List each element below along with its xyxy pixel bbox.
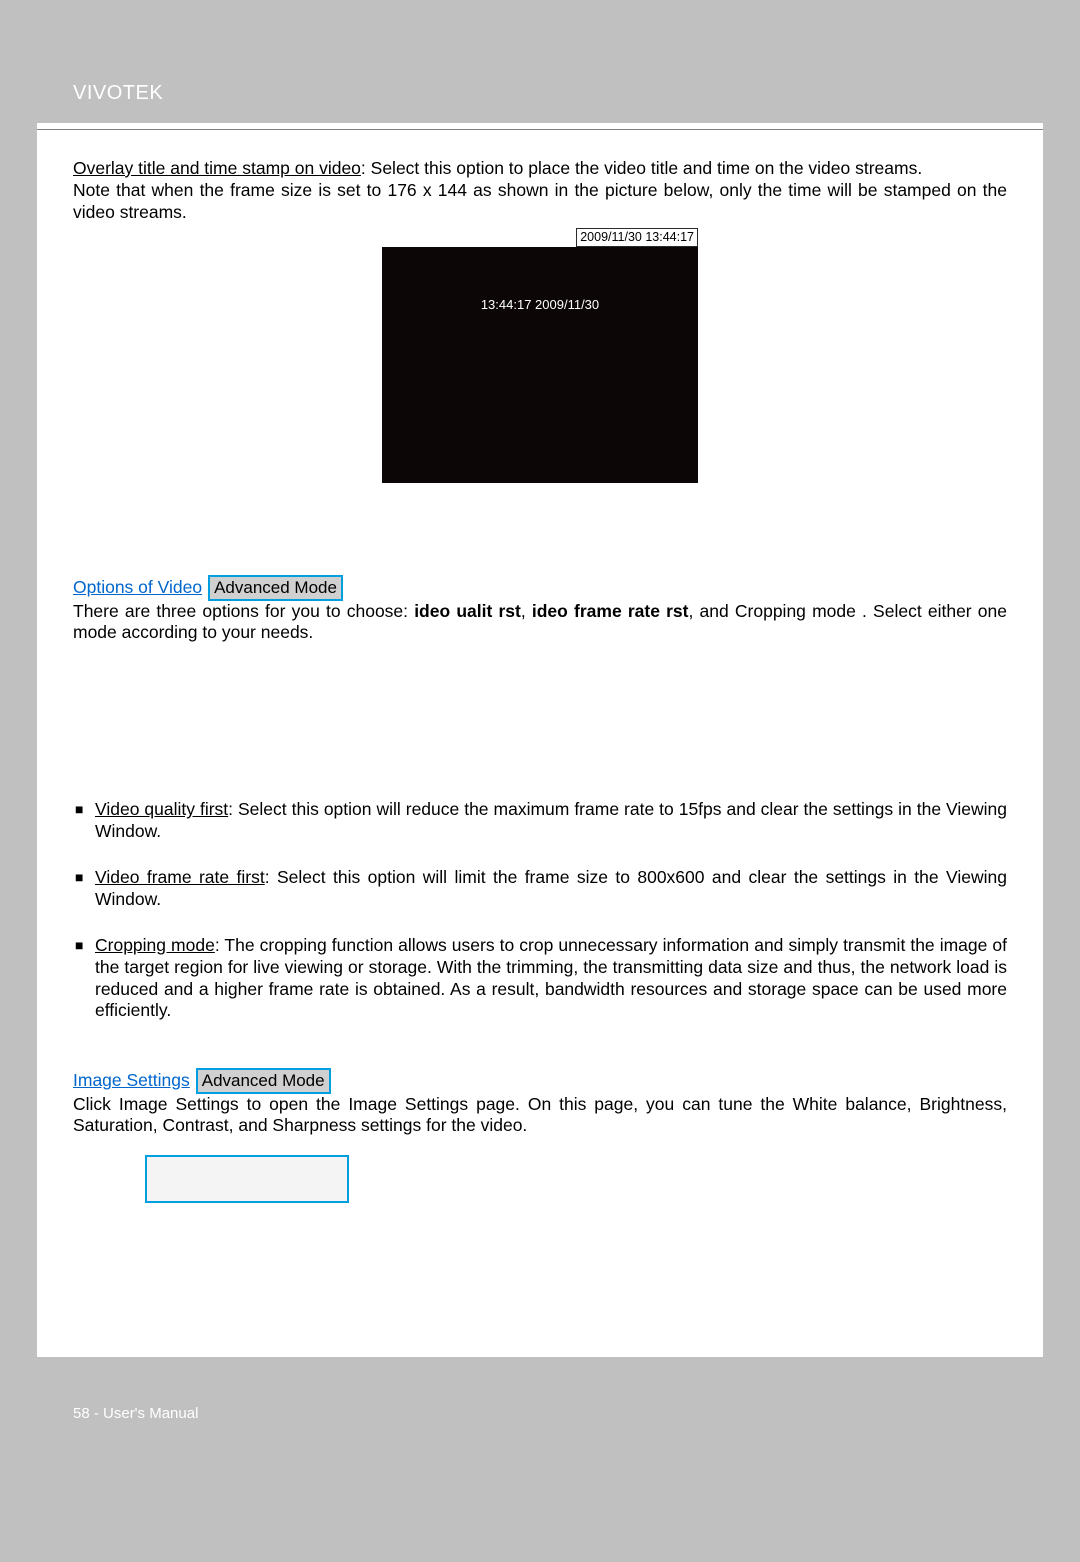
- options-of-video-link[interactable]: Options of Video: [73, 577, 202, 599]
- bullet-video-frame-rate-first: ■ Video frame rate first: Select this op…: [73, 867, 1007, 911]
- options-prefix: There are three options for you to choos…: [73, 601, 414, 621]
- bullet-text-1: Video quality first: Select this option …: [95, 799, 1007, 843]
- image-settings-desc: Click Image Settings to open the Image S…: [73, 1094, 1007, 1138]
- options-description: There are three options for you to choos…: [73, 601, 1007, 645]
- video-frame: 13:44:17 2009/11/30: [382, 247, 698, 483]
- bullet-label-2: Video frame rate first: [95, 867, 265, 887]
- image-settings-link[interactable]: Image Settings: [73, 1070, 190, 1092]
- options-bullet-list: ■ Video quality first: Select this optio…: [73, 799, 1007, 1022]
- bullet-label-1: Video quality first: [95, 799, 228, 819]
- footer-band: 58 - User's Manual: [37, 1357, 1043, 1457]
- advanced-mode-badge-2: Advanced Mode: [196, 1068, 331, 1093]
- video-preview-container: 2009/11/30 13:44:17 13:44:17 2009/11/30: [382, 228, 698, 484]
- bullet-label-3: Cropping mode: [95, 935, 215, 955]
- overlay-title-underline: Overlay title and time stamp on video: [73, 158, 361, 178]
- image-settings-highlight-box: [145, 1155, 349, 1203]
- bullet-text-3: Cropping mode: The cropping function all…: [95, 935, 1007, 1023]
- bullet-desc-1: : Select this option will reduce the max…: [95, 799, 1007, 841]
- overlay-paragraph: Overlay title and time stamp on video: S…: [73, 158, 1007, 180]
- overlay-note: Note that when the frame size is set to …: [73, 180, 1007, 224]
- page-number-label: 58 - User's Manual: [37, 1357, 1043, 1422]
- bullet-video-quality-first: ■ Video quality first: Select this optio…: [73, 799, 1007, 843]
- document-page: VIVOTEK Overlay title and time stamp on …: [37, 35, 1043, 1457]
- bullet-text-2: Video frame rate first: Select this opti…: [95, 867, 1007, 911]
- bullet-marker-icon: ■: [73, 935, 95, 1023]
- options-comma-1: ,: [521, 601, 532, 621]
- overlay-desc: : Select this option to place the video …: [361, 158, 922, 178]
- options-bold-2: ideo frame rate rst: [532, 601, 689, 621]
- options-bold-1: ideo ualit rst: [414, 601, 521, 621]
- brand-name: VIVOTEK: [73, 82, 163, 105]
- timestamp-overlay: 2009/11/30 13:44:17: [576, 228, 698, 248]
- options-of-video-heading: Options of Video Advanced Mode: [73, 575, 1007, 600]
- video-inner-timestamp: 13:44:17 2009/11/30: [382, 297, 698, 313]
- bullet-marker-icon: ■: [73, 799, 95, 843]
- bullet-cropping-mode: ■ Cropping mode: The cropping function a…: [73, 935, 1007, 1023]
- bullet-desc-3: : The cropping function allows users to …: [95, 935, 1007, 1021]
- image-settings-heading: Image Settings Advanced Mode: [73, 1068, 1007, 1093]
- header-band: VIVOTEK: [37, 35, 1043, 123]
- advanced-mode-badge-1: Advanced Mode: [208, 575, 343, 600]
- bullet-marker-icon: ■: [73, 867, 95, 911]
- content-area: Overlay title and time stamp on video: S…: [37, 130, 1043, 1203]
